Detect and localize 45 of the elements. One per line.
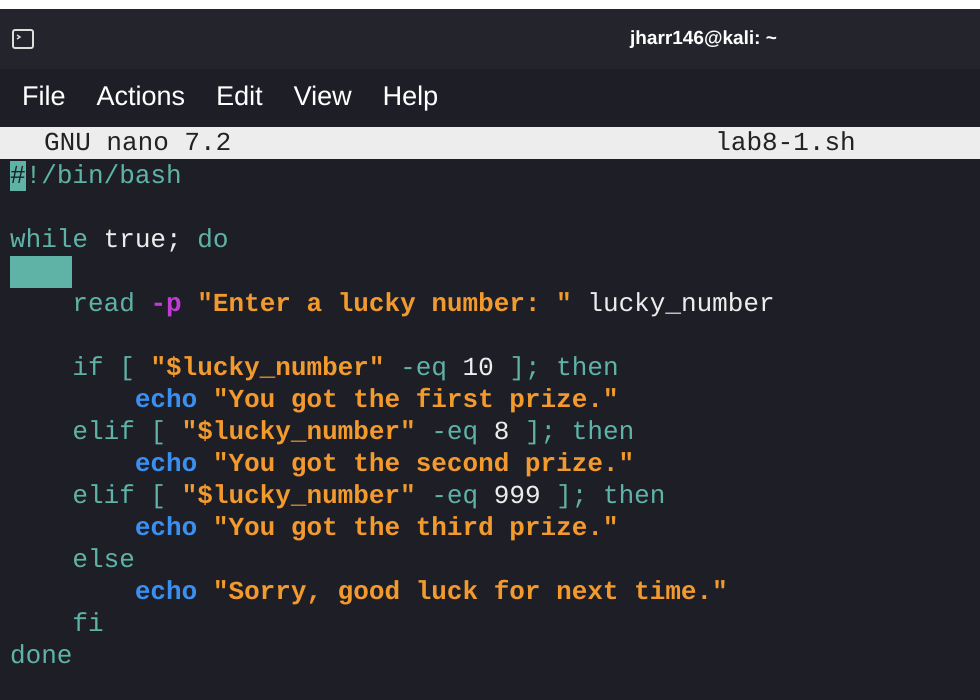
code-text: elif [: [72, 481, 166, 511]
code-text: done: [10, 641, 72, 671]
code-text: if [: [72, 353, 135, 383]
code-text: ]; then: [524, 417, 634, 447]
menu-item[interactable]: View: [294, 76, 352, 116]
builtin-command: echo: [134, 577, 198, 607]
code-text: ]; then: [509, 353, 619, 383]
menu-item[interactable]: File: [22, 76, 66, 116]
code-text: 8: [494, 417, 510, 447]
code-text: else: [72, 545, 135, 575]
string-literal: "You got the first prize.": [212, 385, 619, 415]
string-literal: "$lucky_number": [182, 417, 416, 447]
menu-item[interactable]: Help: [382, 76, 438, 116]
code-text: true;: [104, 225, 182, 255]
command-option: -p: [150, 289, 182, 319]
code-text: -eq: [431, 417, 478, 447]
code-text: while: [10, 225, 88, 255]
code-text: do: [197, 225, 228, 255]
window-title: jharr146@kali: ~: [630, 26, 777, 51]
string-literal: "$lucky_number": [182, 481, 416, 511]
terminal-icon: [12, 29, 34, 49]
menu-item[interactable]: Edit: [216, 76, 263, 116]
code-text: -eq: [431, 481, 478, 511]
whitespace-highlight: [10, 256, 72, 288]
string-literal: "You got the second prize.": [212, 449, 634, 479]
code-text: fi: [72, 609, 104, 639]
text-cursor: #: [10, 161, 26, 191]
file-name: lab8-1.sh: [715, 127, 856, 159]
code-text: read: [72, 289, 135, 319]
string-literal: "$lucky_number": [150, 353, 384, 383]
code-text: ]; then: [556, 481, 666, 511]
code-text: !/bin/bash: [26, 161, 182, 191]
builtin-command: echo: [134, 385, 198, 415]
code-text: elif [: [72, 417, 166, 447]
nano-version: GNU nano 7.2: [44, 127, 232, 159]
builtin-command: echo: [134, 449, 198, 479]
code-text: lucky_number: [587, 289, 775, 319]
string-literal: "Enter a lucky number: ": [197, 289, 572, 319]
string-literal: "You got the third prize.": [212, 513, 619, 543]
code-text: 999: [494, 481, 541, 511]
string-literal: "Sorry, good luck for next time.": [212, 577, 728, 607]
code-text: 10: [462, 353, 494, 383]
code-text: -eq: [400, 353, 447, 383]
menu-item[interactable]: Actions: [96, 76, 186, 116]
builtin-command: echo: [134, 513, 198, 543]
